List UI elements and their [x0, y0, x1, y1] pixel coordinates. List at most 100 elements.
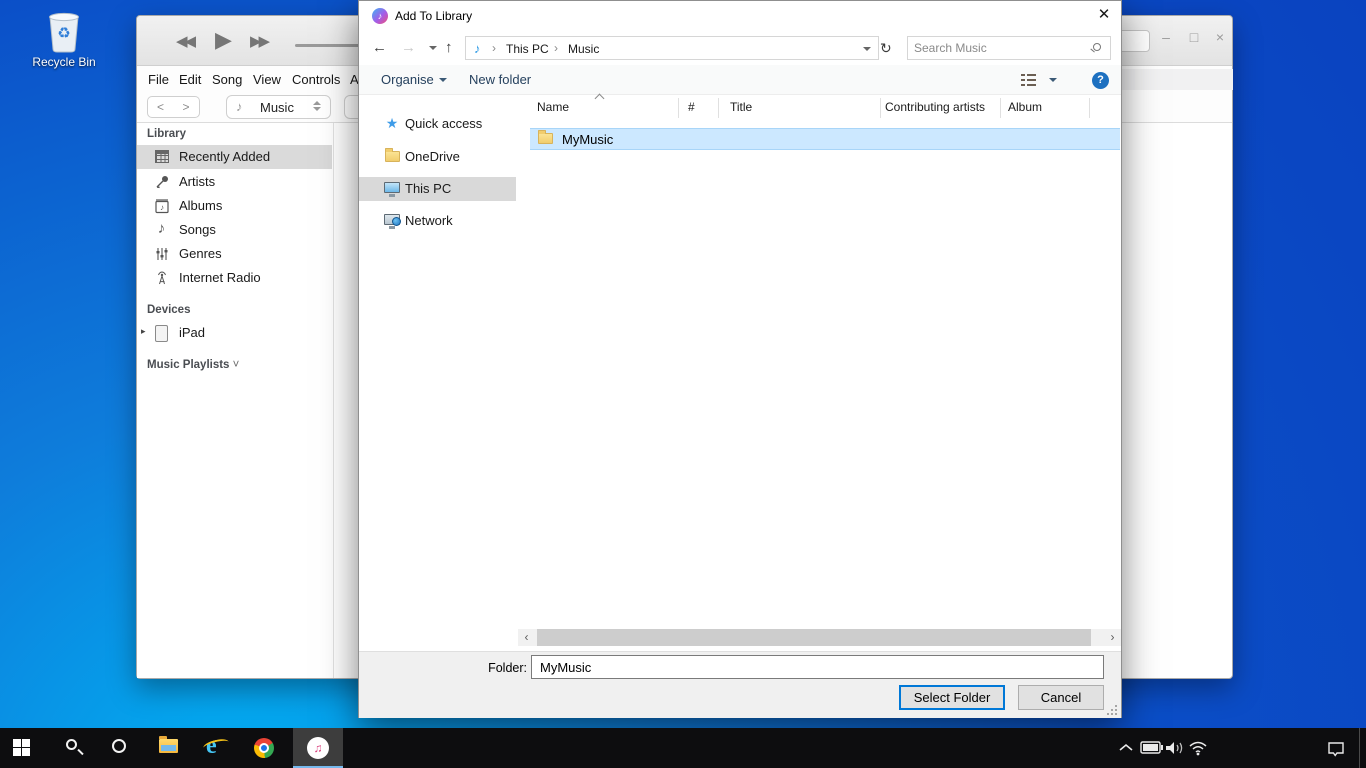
up-arrow-icon[interactable]: ↑	[445, 39, 453, 56]
cancel-button[interactable]: Cancel	[1018, 685, 1104, 710]
taskbar-search-button[interactable]	[50, 728, 94, 768]
battery-icon[interactable]	[1140, 740, 1164, 755]
action-center-icon[interactable]	[1326, 740, 1346, 758]
cortana-button[interactable]	[98, 728, 142, 768]
sidebar-item-artists[interactable]: Artists	[137, 170, 332, 194]
ipad-icon	[153, 325, 170, 341]
taskbar: e ♫	[0, 728, 1366, 768]
column-header-album[interactable]: Album	[1008, 100, 1042, 122]
sidebar-item-ipad[interactable]: ▸ iPad	[137, 321, 332, 345]
nav-pane-onedrive[interactable]: OneDrive	[359, 145, 516, 169]
dialog-nav-bar: ← → ↑ ♪ › This PC › Music ↻	[359, 31, 1121, 65]
file-list-area: Name # Title Contributing artists Album …	[516, 95, 1121, 651]
add-to-library-dialog: ♪ Add To Library ✕ ← → ↑ ♪ › This PC › M…	[358, 0, 1122, 718]
grid-icon	[153, 149, 170, 165]
scroll-right-icon[interactable]: ›	[1104, 629, 1121, 646]
menu-song[interactable]: Song	[212, 72, 242, 87]
recycle-bin-icon: ♻	[43, 8, 85, 54]
minimize-icon[interactable]: –	[1157, 29, 1175, 45]
menu-controls[interactable]: Controls	[292, 72, 340, 87]
select-folder-button[interactable]: Select Folder	[899, 685, 1005, 710]
column-header-name[interactable]: Name	[537, 100, 569, 122]
refresh-icon[interactable]: ↻	[880, 40, 892, 57]
dialog-nav-pane: ★ Quick access OneDrive This PC Network	[359, 95, 516, 651]
close-icon[interactable]: ×	[1211, 29, 1229, 45]
folder-name-input[interactable]	[531, 655, 1104, 679]
menu-view[interactable]: View	[253, 72, 281, 87]
previous-track-button[interactable]: ◀◀	[176, 32, 193, 50]
itunes-back-button[interactable]: <	[147, 96, 174, 118]
view-mode-icon[interactable]	[1021, 74, 1036, 87]
onedrive-folder-icon	[383, 149, 401, 165]
itunes-app-icon: ♪	[372, 8, 388, 24]
chevron-down-icon: ˅	[233, 359, 240, 371]
music-note-icon: ♪	[236, 99, 243, 114]
horizontal-scrollbar[interactable]: ‹ ›	[518, 629, 1121, 646]
help-button[interactable]: ?	[1092, 72, 1109, 89]
recycle-bin-label: Recycle Bin	[26, 55, 102, 69]
column-header-contributing-artists[interactable]: Contributing artists	[885, 100, 985, 122]
chevron-updown-icon	[313, 101, 321, 111]
sidebar-item-recently-added[interactable]: Recently Added	[137, 145, 332, 169]
internet-explorer-button[interactable]: e	[194, 728, 238, 768]
nav-pane-quick-access[interactable]: ★ Quick access	[359, 112, 516, 136]
dialog-body: ★ Quick access OneDrive This PC Network	[359, 95, 1121, 651]
media-picker-value: Music	[260, 100, 294, 115]
column-header-title[interactable]: Title	[730, 100, 752, 122]
chrome-button[interactable]	[242, 728, 286, 768]
sidebar-item-albums[interactable]: ♪ Albums	[137, 194, 332, 218]
scroll-left-icon[interactable]: ‹	[518, 629, 535, 646]
file-explorer-button[interactable]	[146, 728, 190, 768]
start-button[interactable]	[0, 728, 44, 768]
itunes-sidebar: Library Recently Added Artists ♪ Albums …	[137, 123, 334, 678]
column-header-number[interactable]: #	[688, 100, 695, 122]
play-button[interactable]: ▶	[215, 27, 229, 53]
music-playlists-header[interactable]: Music Playlists ˅	[147, 359, 239, 371]
menu-file[interactable]: File	[148, 72, 169, 87]
itunes-taskbar-button[interactable]: ♫	[293, 728, 343, 768]
maximize-icon[interactable]: □	[1185, 29, 1203, 45]
sidebar-item-songs[interactable]: ♪ Songs	[137, 218, 332, 242]
search-icon[interactable]	[1093, 43, 1101, 51]
nav-pane-network[interactable]: Network	[359, 209, 516, 233]
file-row-mymusic[interactable]: MyMusic	[530, 128, 1120, 150]
sidebar-item-internet-radio[interactable]: Internet Radio	[137, 266, 332, 290]
address-bar[interactable]: ♪ › This PC › Music	[465, 36, 879, 60]
recycle-bin-desktop-icon[interactable]: ♻ Recycle Bin	[26, 8, 102, 80]
itunes-icon: ♫	[307, 737, 329, 759]
dialog-title-bar: ♪ Add To Library ✕	[359, 1, 1121, 31]
search-box	[907, 36, 1111, 60]
this-pc-monitor-icon	[383, 181, 401, 197]
breadcrumb-this-pc[interactable]: This PC	[506, 42, 549, 56]
devices-header: Devices	[147, 304, 190, 316]
search-input[interactable]	[914, 39, 1082, 57]
organise-chevron-icon	[439, 78, 447, 82]
dialog-close-icon[interactable]: ✕	[1087, 1, 1121, 31]
view-mode-chevron-icon[interactable]	[1049, 78, 1057, 82]
folder-icon	[538, 133, 553, 144]
volume-icon[interactable]	[1164, 740, 1186, 756]
sidebar-item-genres[interactable]: Genres	[137, 242, 332, 266]
address-dropdown-chevron-icon[interactable]	[863, 47, 871, 51]
nav-pane-this-pc[interactable]: This PC	[359, 177, 516, 201]
recent-locations-chevron-icon[interactable]	[429, 46, 437, 50]
resize-grip[interactable]	[1105, 703, 1117, 715]
show-hidden-icons-chevron[interactable]	[1118, 742, 1134, 754]
show-desktop-button[interactable]	[1359, 728, 1366, 768]
breadcrumb-music[interactable]: Music	[568, 42, 599, 56]
microphone-icon	[153, 174, 170, 190]
svg-text:♻: ♻	[57, 25, 70, 42]
new-folder-button[interactable]: New folder	[469, 72, 531, 87]
file-explorer-icon	[159, 739, 178, 753]
media-picker-dropdown[interactable]: ♪ Music	[226, 95, 331, 119]
faders-icon	[153, 246, 170, 262]
organise-button[interactable]: Organise	[381, 72, 434, 87]
next-track-button[interactable]: ▶▶	[250, 32, 267, 50]
itunes-forward-button[interactable]: >	[173, 96, 200, 118]
wifi-icon[interactable]	[1188, 740, 1208, 756]
quick-access-star-icon: ★	[383, 116, 401, 132]
scrollbar-thumb[interactable]	[537, 629, 1091, 646]
menu-edit[interactable]: Edit	[179, 72, 201, 87]
back-arrow-icon[interactable]: ←	[372, 39, 387, 56]
expander-icon[interactable]: ▸	[141, 326, 146, 337]
